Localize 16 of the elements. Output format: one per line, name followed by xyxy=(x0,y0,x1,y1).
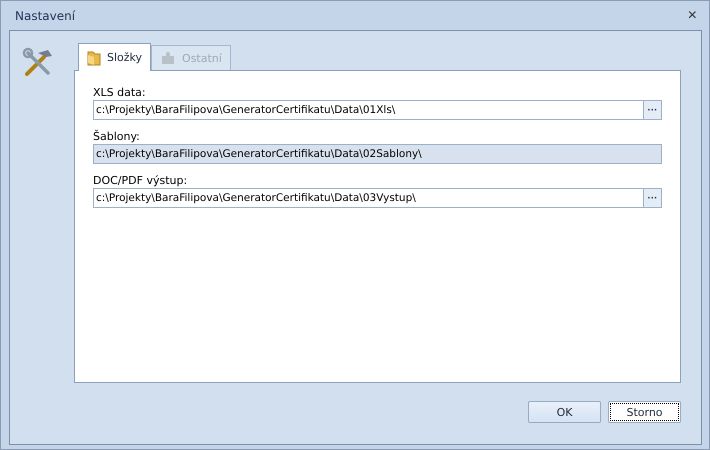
browse-button[interactable]: ··· xyxy=(643,101,661,119)
cancel-button[interactable]: Storno xyxy=(608,401,681,423)
tools-icon xyxy=(22,47,54,79)
path-field[interactable]: c:\Projekty\BaraFilipova\GeneratorCertifikatu\Data\02Sablony\ xyxy=(93,144,662,164)
browse-button[interactable]: ··· xyxy=(643,189,661,207)
path-field[interactable]: c:\Projekty\BaraFilipova\GeneratorCertifikatu\Data\01Xls\ ··· xyxy=(93,100,662,120)
path-field[interactable]: c:\Projekty\BaraFilipova\GeneratorCertifikatu\Data\03Vystup\ ··· xyxy=(93,188,662,208)
close-button[interactable]: × xyxy=(688,8,697,24)
folder-icon xyxy=(87,50,101,66)
window-title: Nastavení xyxy=(15,8,76,22)
field-label: DOC/PDF výstup: xyxy=(93,173,188,188)
field-label: XLS data: xyxy=(93,85,147,100)
field-label: Šablony: xyxy=(93,129,141,144)
puzzle-icon xyxy=(160,50,176,66)
tab[interactable]: Složky xyxy=(78,43,152,71)
ok-button[interactable]: OK xyxy=(528,401,601,423)
